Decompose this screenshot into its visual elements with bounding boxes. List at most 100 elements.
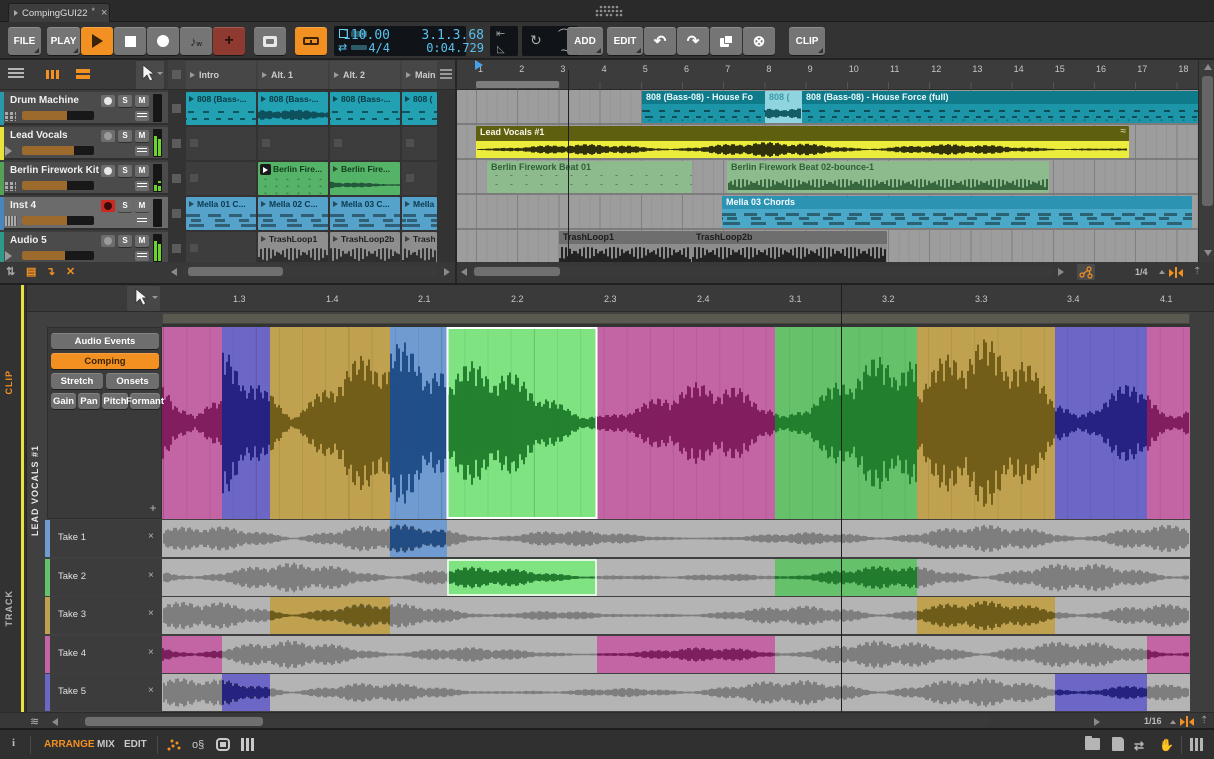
touch-hand-icon[interactable]: ✋ bbox=[1159, 738, 1174, 752]
duplicate-button[interactable] bbox=[710, 27, 742, 55]
solo-button[interactable]: S bbox=[118, 130, 132, 142]
scene-play-icon[interactable] bbox=[190, 72, 195, 78]
record-arm-button[interactable] bbox=[101, 200, 115, 212]
panel-tab-arrange[interactable]: ARRANGE bbox=[44, 739, 95, 750]
clip-header[interactable]: Mella 03 Chords bbox=[722, 196, 1192, 209]
clip-launcher-clip[interactable]: Mella bbox=[402, 197, 437, 230]
take-lane-canvas[interactable] bbox=[0, 674, 1214, 711]
record-button[interactable] bbox=[147, 27, 179, 55]
mute-button[interactable]: M bbox=[135, 130, 149, 142]
empty-clip-slot[interactable] bbox=[330, 127, 400, 160]
track-stop-button[interactable] bbox=[172, 209, 181, 218]
empty-clip-slot[interactable] bbox=[186, 127, 256, 160]
redo-button[interactable]: ↷ bbox=[677, 27, 709, 55]
solo-button[interactable]: S bbox=[118, 200, 132, 212]
record-arm-button[interactable] bbox=[101, 95, 115, 107]
clip-header[interactable]: TrashLoop2b bbox=[692, 231, 887, 244]
deactivate-icon[interactable]: ✕ bbox=[66, 265, 75, 278]
clip-launcher-clip[interactable]: Berlin Fire... bbox=[258, 162, 328, 195]
clip-header[interactable]: Lead Vocals #1≈ bbox=[476, 126, 1129, 141]
track-menu-button[interactable] bbox=[135, 181, 149, 191]
mute-button[interactable]: M bbox=[135, 95, 149, 107]
take-lane-canvas[interactable] bbox=[0, 636, 1214, 673]
play-menu-button[interactable]: PLAY bbox=[47, 27, 80, 55]
undo-button[interactable]: ↶ bbox=[644, 27, 676, 55]
loop-toggle-icon[interactable]: ↻ bbox=[530, 32, 542, 49]
track-name[interactable]: Lead Vocals bbox=[10, 130, 68, 141]
launcher-scroll-right-icon[interactable] bbox=[444, 268, 450, 276]
arranger-scroll-left-icon[interactable] bbox=[461, 268, 467, 276]
info-icon[interactable]: i bbox=[12, 737, 15, 749]
take-lane-canvas[interactable] bbox=[0, 559, 1214, 596]
take-lane-canvas[interactable] bbox=[0, 597, 1214, 634]
clip-launcher-clip[interactable]: TrashLoop2b bbox=[330, 232, 400, 265]
grid-view-icon[interactable] bbox=[46, 69, 59, 79]
volume-slider[interactable] bbox=[22, 251, 94, 260]
arranger-clip[interactable]: Berlin Firework Beat 01 bbox=[487, 161, 692, 193]
record-arm-button[interactable] bbox=[101, 130, 115, 142]
project-tab[interactable]: CompingGUI22 * × bbox=[8, 3, 110, 22]
arranger-zoom-fit-icon[interactable]: ⇡ bbox=[1193, 266, 1201, 277]
arranger-snap-icon[interactable] bbox=[1169, 267, 1183, 278]
scene-cell[interactable]: Main bbox=[402, 61, 437, 89]
empty-clip-slot[interactable] bbox=[186, 232, 256, 265]
scene-cell[interactable]: Alt. 2 bbox=[330, 61, 400, 89]
time-value[interactable]: 0:04.729 bbox=[426, 41, 484, 55]
clip-launcher-clip[interactable]: 808 (Bass-... bbox=[186, 92, 256, 125]
stop-button[interactable] bbox=[114, 27, 146, 55]
clip-launcher-clip[interactable]: Mella 01 C... bbox=[186, 197, 256, 230]
track-stop-button[interactable] bbox=[172, 104, 181, 113]
editor-grid-caret-icon[interactable] bbox=[1170, 720, 1176, 724]
controller-display-button[interactable] bbox=[254, 27, 286, 55]
clip-launcher-clip[interactable]: Mella 02 C... bbox=[258, 197, 328, 230]
editor-clip-span-bar[interactable] bbox=[162, 313, 1190, 324]
arranger-h-scrollbar[interactable] bbox=[472, 266, 1052, 277]
arranger-clip[interactable]: TrashLoop2b bbox=[692, 231, 887, 263]
arranger-grid-value[interactable]: 1/4 bbox=[1135, 267, 1148, 277]
arranger-clip[interactable]: TrashLoop1 bbox=[559, 231, 692, 263]
audio-events-button[interactable]: Audio Events bbox=[51, 333, 159, 349]
track-name[interactable]: Audio 5 bbox=[10, 235, 47, 246]
panel-tab-mix[interactable]: MIX bbox=[97, 739, 115, 750]
editor-ruler[interactable]: 1.31.42.12.22.32.43.13.23.33.44.1 bbox=[162, 285, 1190, 312]
arranger-v-scrollbar[interactable] bbox=[1198, 60, 1214, 262]
comp-region-canvas[interactable] bbox=[0, 327, 1214, 519]
launcher-h-scrollbar[interactable] bbox=[182, 266, 437, 277]
metronome-icon[interactable]: ◺ bbox=[497, 44, 505, 55]
empty-clip-slot[interactable] bbox=[402, 127, 437, 160]
editor-tool-cursor-button[interactable] bbox=[127, 286, 160, 311]
punch-in-icon[interactable]: ⇤ bbox=[496, 27, 505, 40]
add-button[interactable]: ADD bbox=[567, 27, 603, 55]
record-arm-button[interactable] bbox=[101, 165, 115, 177]
clip-launcher-clip[interactable]: Trash bbox=[402, 232, 437, 265]
scene-play-icon[interactable] bbox=[334, 72, 339, 78]
time-signature-value[interactable]: 4/4 bbox=[368, 41, 390, 55]
v-scroll-up-icon[interactable] bbox=[1204, 64, 1212, 70]
follow-icon[interactable]: ↴ bbox=[46, 265, 55, 278]
clip-launcher-clip[interactable]: 808 (Bass-... bbox=[330, 92, 400, 125]
pitch-button[interactable]: Pitch bbox=[102, 393, 128, 409]
delete-button[interactable]: ⊗ bbox=[743, 27, 775, 55]
scene-play-icon[interactable] bbox=[406, 72, 411, 78]
touch-mode-button[interactable] bbox=[295, 27, 327, 55]
add-lane-button[interactable]: + bbox=[146, 501, 160, 515]
comp-mode-icon[interactable] bbox=[1077, 264, 1095, 280]
focus-icon[interactable] bbox=[216, 738, 230, 751]
track-menu-icon[interactable] bbox=[8, 68, 24, 80]
arranger-h-scroll-handle[interactable] bbox=[474, 267, 560, 276]
file-panel-icon[interactable] bbox=[1112, 737, 1124, 751]
empty-clip-slot[interactable] bbox=[258, 127, 328, 160]
clip-launcher-clip[interactable]: 808 (Bass-... bbox=[258, 92, 328, 125]
track-name[interactable]: Inst 4 bbox=[10, 200, 36, 211]
mute-button[interactable]: M bbox=[135, 165, 149, 177]
track-stop-button[interactable] bbox=[172, 174, 181, 183]
launcher-scroll-left-icon[interactable] bbox=[171, 268, 177, 276]
arranger-clip[interactable]: 808 (Bas bbox=[765, 91, 802, 123]
clip-header[interactable]: 808 (Bas bbox=[765, 91, 802, 104]
track-stop-button[interactable] bbox=[172, 139, 181, 148]
arranger-scroll-right-icon[interactable] bbox=[1058, 268, 1064, 276]
onsets-button[interactable]: Onsets bbox=[106, 373, 159, 389]
track-row[interactable]: Berlin Firework KitSM bbox=[0, 162, 168, 195]
arranger-clip[interactable]: Berlin Firework Beat 02-bounce-1 bbox=[727, 161, 1049, 193]
solo-button[interactable]: S bbox=[118, 95, 132, 107]
